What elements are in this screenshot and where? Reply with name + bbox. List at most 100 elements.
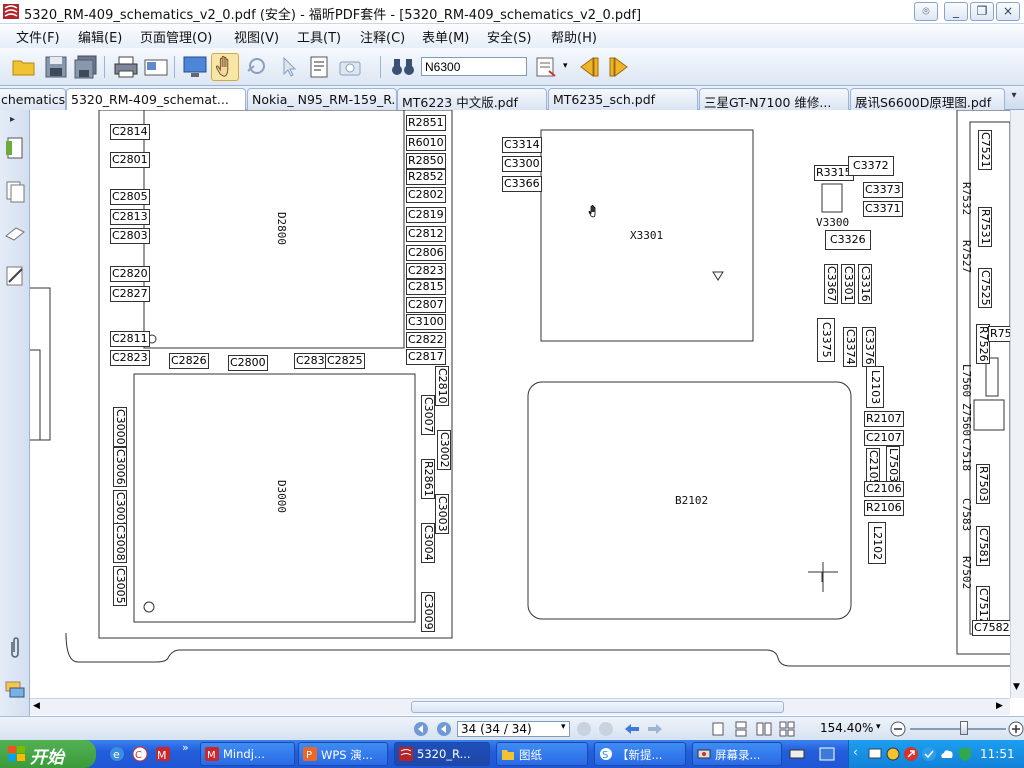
search-options-dropdown-icon[interactable]: ▾	[563, 61, 568, 71]
quicklaunch-app-icon[interactable]: C	[131, 745, 149, 763]
tray-expand-icon[interactable]: ‹	[853, 745, 858, 759]
save-icon[interactable]	[42, 53, 70, 81]
fullscreen-monitor-icon[interactable]	[181, 53, 209, 81]
taskbar-item-wps[interactable]: P WPS 演...	[298, 742, 388, 766]
scroll-right-icon[interactable]: ▶	[996, 701, 1003, 711]
last-page-icon[interactable]	[598, 721, 614, 737]
zoom-dropdown-icon[interactable]: ▾	[876, 722, 881, 732]
component-label: C2810	[435, 366, 449, 406]
hand-tool-icon[interactable]	[211, 53, 239, 81]
tray-network-icon[interactable]	[867, 746, 883, 762]
menu-comment[interactable]: 注释(C)	[360, 27, 405, 46]
page-number-input[interactable]: 34 (34 / 34)	[457, 721, 570, 737]
mindjet-quicklaunch-icon[interactable]: M	[154, 745, 172, 763]
select-arrow-icon[interactable]	[275, 53, 303, 81]
search-input[interactable]	[421, 57, 527, 76]
tab-samsung-n7100[interactable]: 三星GT-N7100 维修...	[699, 88, 849, 110]
menu-help[interactable]: 帮助(H)	[551, 27, 597, 46]
text-select-icon[interactable]	[305, 53, 333, 81]
component-label: C3314	[502, 137, 542, 153]
qq-icon[interactable]	[885, 746, 901, 762]
find-binoculars-icon[interactable]	[389, 53, 417, 81]
extra-window-button[interactable]: ⌾	[914, 2, 938, 21]
print-icon[interactable]	[112, 53, 140, 81]
tray-cloud-icon[interactable]	[939, 746, 955, 762]
layers-icon[interactable]	[4, 222, 26, 246]
attachment-paperclip-icon[interactable]	[4, 636, 26, 660]
comments-icon[interactable]	[4, 678, 26, 702]
menu-tools[interactable]: 工具(T)	[297, 27, 341, 46]
start-label: 开始	[30, 748, 64, 768]
search-options-icon[interactable]	[533, 53, 561, 81]
horizontal-scrollbar[interactable]: ◀ ▶	[30, 698, 1010, 715]
zoom-slider-track[interactable]	[910, 728, 1006, 730]
zoom-in-icon[interactable]	[1008, 721, 1024, 737]
scroll-left-icon[interactable]: ◀	[33, 701, 40, 711]
first-page-icon[interactable]	[413, 721, 429, 737]
taskbar-item-skype[interactable]: S 【新提...	[594, 742, 686, 766]
single-page-view-icon[interactable]	[710, 721, 726, 737]
folder-icon	[502, 750, 514, 760]
window-title: 5320_RM-409_schematics_v2_0.pdf (安全) - 福…	[24, 8, 642, 23]
keyboard-icon[interactable]	[789, 746, 805, 762]
ie-browser-icon[interactable]: e	[108, 745, 126, 763]
back-arrow-icon[interactable]	[623, 721, 641, 737]
zoom-slider-thumb[interactable]	[960, 721, 968, 735]
zoom-level[interactable]: 154.40%	[820, 721, 873, 735]
tray-shield-icon[interactable]	[957, 746, 973, 762]
signature-icon[interactable]	[4, 264, 26, 288]
zoom-out-icon[interactable]	[890, 721, 906, 737]
pdf-document-view[interactable]: D2800 D3000 X3301 B2102 V3300 C2814 C280…	[30, 110, 1010, 698]
taskbar-item-screen-recorder[interactable]: 屏幕录...	[692, 742, 782, 766]
pages-thumbnail-icon[interactable]	[4, 180, 26, 204]
component-label: C2106	[864, 481, 904, 497]
tab-list-dropdown-icon[interactable]: ▾	[1006, 90, 1022, 108]
component-label: C3371	[863, 201, 903, 217]
facing-view-icon[interactable]	[756, 721, 772, 737]
tab-5320-schematics[interactable]: 5320_RM-409_schemat...	[66, 88, 246, 110]
foxit-app-icon	[3, 4, 19, 19]
tab-mt6223[interactable]: MT6223 中文版.pdf	[397, 88, 547, 110]
minimize-button[interactable]: _	[944, 2, 968, 21]
language-bar-icon[interactable]	[819, 746, 835, 762]
page-dropdown-icon[interactable]: ▾	[561, 722, 566, 732]
bookmarks-icon[interactable]	[4, 136, 26, 160]
open-folder-icon[interactable]	[10, 53, 38, 81]
find-next-icon[interactable]	[605, 53, 633, 81]
next-page-icon[interactable]	[576, 721, 592, 737]
title-bar[interactable]: 5320_RM-409_schematics_v2_0.pdf (安全) - 福…	[0, 0, 1024, 24]
menu-view[interactable]: 视图(V)	[234, 27, 279, 46]
menu-file[interactable]: 文件(F)	[16, 27, 60, 46]
horizontal-scroll-thumb[interactable]	[411, 701, 784, 713]
tray-security-icon[interactable]	[921, 746, 937, 762]
menu-page-manage[interactable]: 页面管理(O)	[140, 27, 212, 46]
menu-edit[interactable]: 编辑(E)	[78, 27, 122, 46]
menu-security[interactable]: 安全(S)	[487, 27, 531, 46]
marquee-zoom-icon[interactable]	[243, 53, 271, 81]
find-previous-icon[interactable]	[575, 53, 603, 81]
continuous-view-icon[interactable]	[733, 721, 749, 737]
tray-arrow-icon[interactable]	[903, 746, 919, 762]
taskbar-item-mindjet[interactable]: M Mindj...	[200, 742, 295, 766]
taskbar-item-foxit-pdf[interactable]: 5320_R...	[394, 742, 490, 766]
close-button[interactable]: ×	[996, 2, 1020, 21]
taskbar-item-folder[interactable]: 图纸	[496, 742, 588, 766]
quicklaunch-overflow-icon[interactable]: »	[182, 741, 189, 754]
tab-nokia-n95[interactable]: Nokia_ N95_RM-159_R...	[247, 88, 397, 110]
tab-spreadtrum-s6600d[interactable]: 展讯S6600D原理图.pdf	[850, 88, 1005, 110]
previous-page-icon[interactable]	[436, 721, 452, 737]
tab-chematics[interactable]: chematics...	[0, 88, 66, 110]
continuous-facing-view-icon[interactable]	[779, 721, 795, 737]
scroll-down-icon[interactable]: ▼	[1013, 682, 1020, 692]
forward-arrow-icon[interactable]	[646, 721, 664, 737]
chip-x3301-label: X3301	[630, 229, 664, 242]
snapshot-camera-icon[interactable]	[336, 53, 364, 81]
vertical-scrollbar[interactable]: ▼	[1010, 110, 1024, 698]
email-icon[interactable]	[142, 53, 170, 81]
menu-form[interactable]: 表单(M)	[422, 27, 469, 46]
restore-button[interactable]: ❐	[970, 2, 994, 21]
start-button[interactable]: 开始	[0, 740, 96, 768]
tab-mt6235[interactable]: MT6235_sch.pdf	[548, 88, 698, 110]
save-all-icon[interactable]	[72, 53, 100, 81]
expand-panel-icon[interactable]: ▸	[10, 114, 15, 125]
